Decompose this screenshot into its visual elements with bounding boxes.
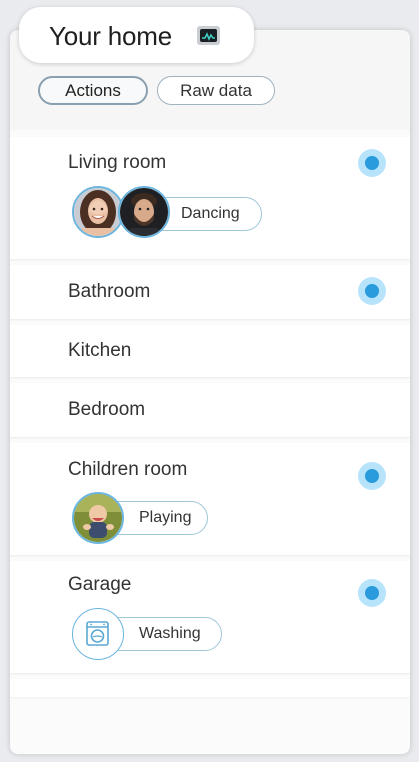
tab-actions[interactable]: Actions <box>38 76 148 105</box>
status-indicator <box>358 462 386 490</box>
room-bathroom[interactable]: Bathroom <box>10 265 410 319</box>
room-name: Children room <box>68 459 188 480</box>
room-bedroom[interactable]: Bedroom <box>10 383 410 437</box>
room-name: Bedroom <box>68 399 146 420</box>
room-list-end <box>10 679 410 697</box>
washing-machine-icon <box>72 608 124 660</box>
status-indicator <box>358 277 386 305</box>
room-name: Garage <box>68 574 132 595</box>
man-avatar <box>118 186 170 238</box>
status-indicator <box>358 149 386 177</box>
woman-avatar <box>72 186 124 238</box>
room-kitchen[interactable]: Kitchen <box>10 325 410 377</box>
room-living-room[interactable]: Living room Dancing <box>10 137 410 259</box>
page-title: Your home <box>49 21 172 51</box>
activity-label: Playing <box>139 509 192 526</box>
activity-label: Dancing <box>181 205 240 222</box>
baby-avatar <box>72 492 124 544</box>
room-name: Bathroom <box>68 281 151 302</box>
tab-raw-data[interactable]: Raw data <box>157 76 275 105</box>
room-name: Living room <box>68 152 167 173</box>
status-indicator <box>358 579 386 607</box>
tab-raw-data-label: Raw data <box>180 80 252 100</box>
room-children-room[interactable]: Children room Playing <box>10 443 410 555</box>
monitor-icon <box>197 26 220 45</box>
room-garage[interactable]: Garage Washing <box>10 561 410 673</box>
home-panel: Actions Raw data Living room Dancing Bat… <box>10 30 410 754</box>
room-name: Kitchen <box>68 340 132 361</box>
title-tab: Your home <box>19 7 254 63</box>
tab-actions-label: Actions <box>65 80 121 100</box>
activity-label: Washing <box>139 625 201 642</box>
